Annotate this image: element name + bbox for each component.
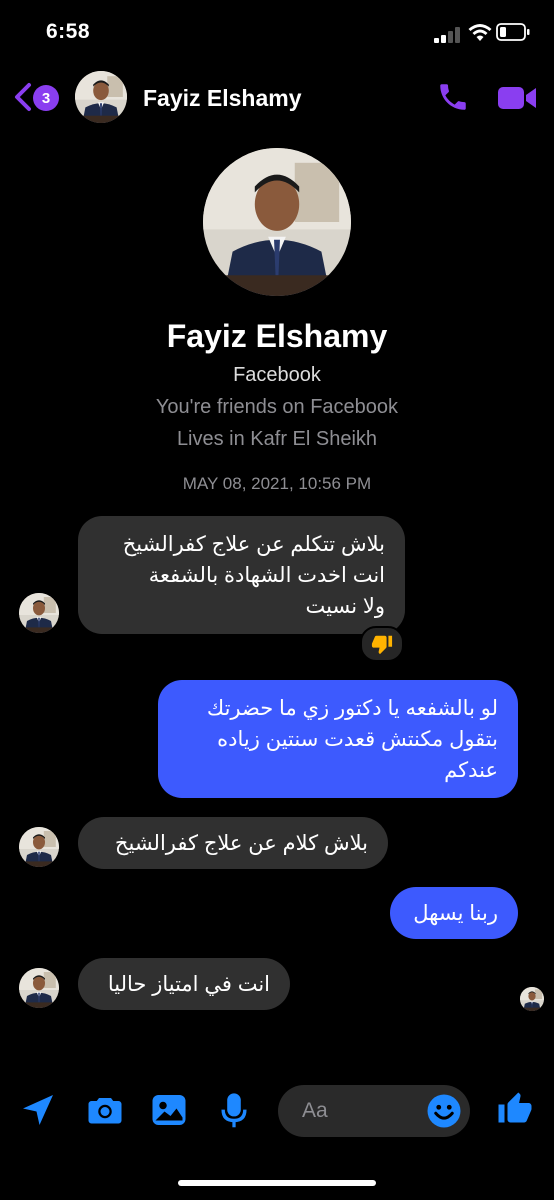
contact-avatar[interactable]	[75, 71, 127, 123]
profile-name: Fayiz Elshamy	[166, 318, 388, 354]
profile-photo[interactable]	[203, 148, 351, 296]
sender-avatar[interactable]	[19, 827, 59, 867]
sender-avatar[interactable]	[19, 593, 59, 633]
message-line: انت في امتياز حاليا	[107, 972, 270, 996]
profile-friends-text: You're friends on Facebook	[155, 396, 399, 418]
reaction-badge[interactable]	[360, 626, 404, 662]
message-line: عندكم	[444, 758, 498, 782]
microphone-icon[interactable]	[220, 1092, 248, 1130]
profile-lives-text: Lives in Kafr El Sheikh	[176, 428, 378, 450]
incoming-message-bubble[interactable]: بلاش تتكلم عن علاج كفرالشيخ انت اخدت الش…	[78, 516, 405, 634]
message-line: بلاش كلام عن علاج كفرالشيخ	[114, 831, 368, 855]
profile-platform: Facebook	[233, 364, 321, 386]
cellular-signal-icon	[434, 25, 462, 43]
message-line: انت اخدت الشهادة بالشفعة	[148, 563, 385, 587]
battery-icon	[496, 23, 530, 41]
location-arrow-icon[interactable]	[20, 1092, 56, 1128]
outgoing-message-bubble[interactable]: ربنا يسهل	[390, 887, 518, 939]
sender-avatar[interactable]	[19, 968, 59, 1008]
message-line: لو بالشفعه يا دكتور زي ما حضرتك	[206, 696, 498, 720]
camera-icon[interactable]	[86, 1092, 124, 1128]
phone-icon[interactable]	[436, 80, 470, 114]
home-indicator[interactable]	[178, 1180, 376, 1186]
unread-count-badge[interactable]: 3	[33, 85, 59, 111]
message-input-placeholder: Aa	[302, 1099, 328, 1122]
conversation-timestamp: MAY 08, 2021, 10:56 PM	[182, 474, 372, 493]
message-line: بلاش تتكلم عن علاج كفرالشيخ	[122, 532, 385, 556]
wifi-icon	[468, 24, 492, 41]
back-chevron-icon[interactable]	[12, 82, 34, 112]
contact-name[interactable]: Fayiz Elshamy	[143, 85, 302, 112]
incoming-message-bubble[interactable]: بلاش كلام عن علاج كفرالشيخ	[78, 817, 388, 869]
status-time: 6:58	[46, 20, 91, 43]
thumbs-up-icon[interactable]	[497, 1089, 533, 1129]
thumbs-down-icon	[371, 635, 393, 655]
image-icon[interactable]	[151, 1092, 187, 1128]
seen-indicator-avatar	[520, 987, 544, 1011]
emoji-icon[interactable]	[426, 1093, 462, 1129]
video-camera-icon[interactable]	[497, 84, 537, 112]
message-line: ولا نسيت	[305, 594, 386, 618]
outgoing-message-bubble[interactable]: لو بالشفعه يا دكتور زي ما حضرتك بتقول مك…	[158, 680, 518, 798]
message-line: بتقول مكنتش قعدت سنتين زياده	[217, 727, 498, 751]
message-line: ربنا يسهل	[413, 901, 498, 925]
incoming-message-bubble[interactable]: انت في امتياز حاليا	[78, 958, 290, 1010]
